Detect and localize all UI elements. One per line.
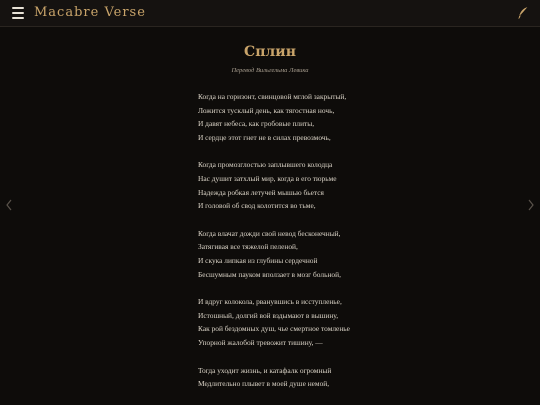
poem-line: Упорной жалобой тревожит тишину, — xyxy=(198,337,323,347)
poem-line: Надежда робкая летучей мышью бьется xyxy=(198,187,324,197)
poem-line: И скука липкая из глубины сердечной xyxy=(198,255,318,265)
poem-line: Нас душит затхлый мир, когда в его тюрьм… xyxy=(198,173,337,183)
poem-line: Тогда уходит жизнь, и катафалк огромный xyxy=(198,365,332,375)
poem-line: Когда промозглостью заплывшего колодца xyxy=(198,160,333,170)
chevron-left-icon[interactable] xyxy=(4,198,14,212)
poem-stanza: Тогда уходит жизнь, и катафалк огромный М… xyxy=(198,364,428,391)
poem-body: Когда на горизонт, свинцовой мглой закры… xyxy=(198,90,428,405)
poem-title: Сплин xyxy=(244,44,296,60)
poem-line: Бесшумным пауком вползает в мозг больной… xyxy=(198,269,341,279)
poem-line: Когда влачат дожди свой невод бесконечны… xyxy=(198,228,341,238)
poem-line: Истошный, долгий вой вздымают в вышину, xyxy=(198,310,339,320)
poem-line: И головой об свод колотится во тьме, xyxy=(198,201,316,211)
poem-line: Медлительно плывет в моей душе немой, xyxy=(198,379,330,389)
quill-icon[interactable] xyxy=(516,6,530,20)
poem-stanza: Когда влачат дожди свой невод бесконечны… xyxy=(198,227,428,281)
chevron-right-icon[interactable] xyxy=(526,198,536,212)
poem-line: И вдруг колокола, рванувшись в исступлен… xyxy=(198,297,342,307)
poem-line: И давят небеса, как гробовые плиты, xyxy=(198,119,315,129)
poem-line: И сердце этот гнет не в силах превозмочь… xyxy=(198,132,331,142)
top-bar: Macabre Verse xyxy=(0,0,540,27)
poem-line: Ложится тусклый день, как тягостная ночь… xyxy=(198,105,335,115)
poem-line: Затягивая все тяжелой пеленой, xyxy=(198,242,298,252)
brand-logo[interactable]: Macabre Verse xyxy=(34,5,146,20)
poem-stanza: Когда промозглостью заплывшего колодца На… xyxy=(198,158,428,212)
poem-line: Когда на горизонт, свинцовой мглой закры… xyxy=(198,92,347,101)
poem-stanza: И вдруг колокола, рванувшись в исступлен… xyxy=(198,295,428,349)
hamburger-menu-icon[interactable] xyxy=(12,7,24,19)
poem-translator: Перевод Вильгельма Левика xyxy=(231,67,309,74)
poem-view: Сплин Перевод Вильгельма Левика Когда на… xyxy=(0,27,540,405)
poem-line: Как рой бездомных душ, чье смертное томл… xyxy=(198,324,350,334)
poem-stanza: Когда на горизонт, свинцовой мглой закры… xyxy=(198,90,428,144)
